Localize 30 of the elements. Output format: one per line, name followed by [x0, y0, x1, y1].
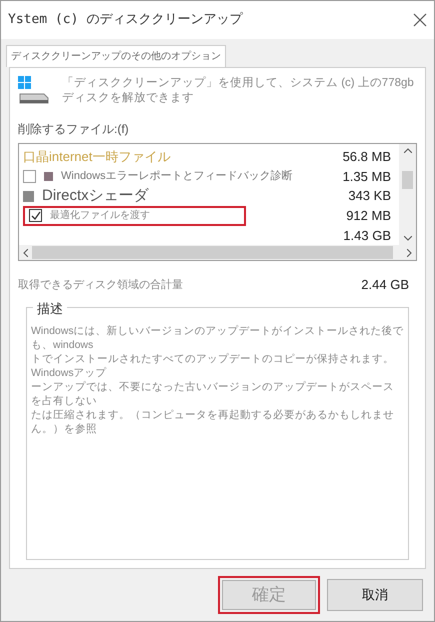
horizontal-scrollbar[interactable]	[19, 245, 416, 260]
checkbox[interactable]	[23, 170, 36, 183]
description-text: たは圧縮されます。（コンピュータを再起動する必要があるかもしれません。）を参照	[31, 408, 395, 436]
files-label: 削除するファイル:(f)	[18, 121, 130, 138]
close-icon[interactable]	[413, 13, 427, 27]
total-value: 2.44 GB	[361, 276, 409, 294]
square-icon	[23, 190, 34, 202]
vertical-scrollbar[interactable]	[399, 144, 416, 245]
scroll-thumb[interactable]	[32, 246, 393, 259]
tab[interactable]: ディスククリーンアップのその他のオプション	[6, 45, 226, 67]
file-name: Directxシェーダ	[42, 186, 149, 206]
file-size: 343 KB	[348, 187, 391, 206]
description-text: トでインストールされたすべてのアップデートのコピーが保持されます。Windowsアップ	[31, 352, 395, 380]
scroll-thumb[interactable]	[402, 171, 413, 189]
file-size: 1.35 MB	[342, 168, 391, 186]
intro-text: 「ディスククリーンアップ」を使用して、システム (c) 上の778gbディスクを解放できます	[62, 76, 415, 106]
file-name: 最適化ファイルを渡す	[50, 208, 150, 224]
file-size: 912 MB	[346, 207, 391, 225]
file-name: Windowsエラーレポートとフィードバック診断	[61, 169, 293, 184]
total-label: 取得できるディスク領域の合計量	[18, 278, 183, 292]
window-title: Ystem (c) のディスククリーンアップ	[8, 11, 242, 30]
check-icon	[30, 210, 40, 221]
checkbox[interactable]	[29, 209, 42, 222]
square-icon	[44, 172, 53, 181]
description-text: ーンアップでは、不要になった古いバージョンのアップデートがスペースを占有しない	[31, 380, 395, 408]
description-text: Windowsには、新しいバージョンのアップデートがインストールされた後でも、windows	[31, 324, 404, 352]
file-size: 1.43 GB	[343, 226, 391, 244]
file-name: 口晶internet一時ファイル	[23, 148, 170, 166]
file-size: 56.8 MB	[342, 148, 391, 166]
drive-icon	[18, 76, 50, 106]
